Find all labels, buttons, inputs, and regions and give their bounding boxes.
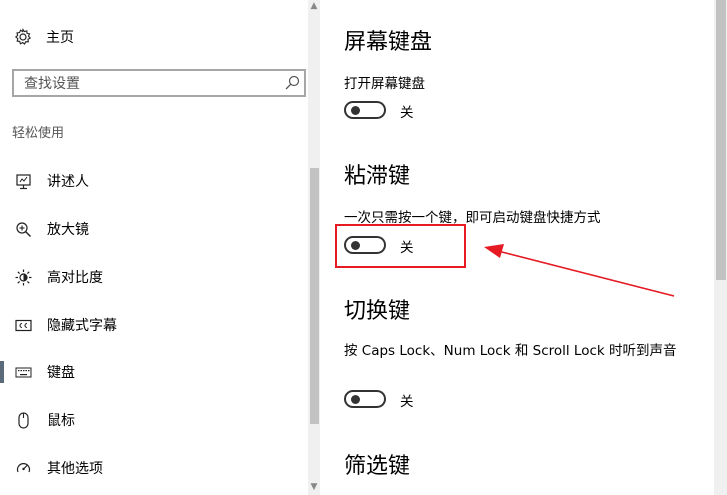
sidebar-item-label: 讲述人 — [47, 174, 89, 190]
annotation-arrow — [484, 244, 675, 297]
filter-keys-title: 筛选键 — [344, 454, 411, 479]
onscreen-keyboard-toggle[interactable] — [344, 101, 386, 119]
active-indicator — [0, 361, 4, 383]
sidebar-item-label: 高对比度 — [47, 270, 103, 286]
closed-caption-icon — [15, 319, 32, 332]
sidebar-item-label: 放大镜 — [47, 222, 89, 238]
sidebar-item-magnifier[interactable]: 放大镜 — [0, 214, 305, 244]
home-link[interactable]: 主页 — [14, 26, 74, 48]
toggle-knob — [351, 395, 360, 404]
highlight-box — [335, 224, 466, 268]
sidebar-item-label: 鼠标 — [47, 413, 75, 429]
search-input[interactable] — [22, 73, 276, 95]
sidebar-item-label: 键盘 — [47, 365, 75, 381]
sticky-keys-title: 粘滞键 — [344, 164, 411, 189]
sidebar-scrollbar-thumb[interactable] — [310, 168, 319, 424]
keyboard-icon — [15, 367, 32, 378]
other-options-icon — [16, 463, 31, 473]
main-scrollbar-thumb[interactable] — [716, 0, 726, 280]
sidebar-item-narrator[interactable]: 讲述人 — [0, 166, 305, 196]
toggle-keys-state: 关 — [400, 394, 414, 410]
sidebar-item-mouse[interactable]: 鼠标 — [0, 405, 305, 435]
search-icon[interactable] — [284, 75, 300, 91]
sidebar-item-label: 隐藏式字幕 — [47, 318, 117, 334]
sidebar-item-other-options[interactable]: 其他选项 — [0, 453, 305, 483]
onscreen-keyboard-title: 屏幕键盘 — [344, 30, 433, 55]
magnifier-icon — [16, 222, 31, 237]
sidebar: 主页 轻松使用 讲述人 放大镜 — [0, 0, 322, 495]
sidebar-item-label: 其他选项 — [47, 461, 103, 477]
home-label: 主页 — [46, 30, 74, 46]
gear-icon — [14, 28, 32, 45]
toggle-keys-title: 切换键 — [344, 299, 411, 324]
contrast-icon — [15, 269, 32, 286]
scroll-up-icon[interactable]: ▲ — [308, 1, 320, 11]
section-heading: 轻松使用 — [12, 126, 65, 141]
mouse-icon — [18, 412, 29, 429]
scroll-down-icon[interactable]: ▼ — [308, 482, 320, 492]
toggle-knob — [351, 106, 360, 115]
onscreen-keyboard-desc: 打开屏幕键盘 — [344, 76, 425, 92]
toggle-keys-desc: 按 Caps Lock、Num Lock 和 Scroll Lock 时听到声音 — [344, 343, 677, 359]
toggle-keys-toggle[interactable] — [344, 390, 386, 408]
sidebar-item-keyboard[interactable]: 键盘 — [0, 357, 305, 387]
narrator-icon — [16, 174, 31, 190]
onscreen-keyboard-state: 关 — [400, 105, 414, 121]
sticky-keys-desc: 一次只需按一个键，即可启动键盘快捷方式 — [344, 210, 601, 226]
search-box[interactable] — [12, 69, 306, 97]
sidebar-item-high-contrast[interactable]: 高对比度 — [0, 262, 305, 292]
sidebar-item-closed-captions[interactable]: 隐藏式字幕 — [0, 310, 305, 340]
